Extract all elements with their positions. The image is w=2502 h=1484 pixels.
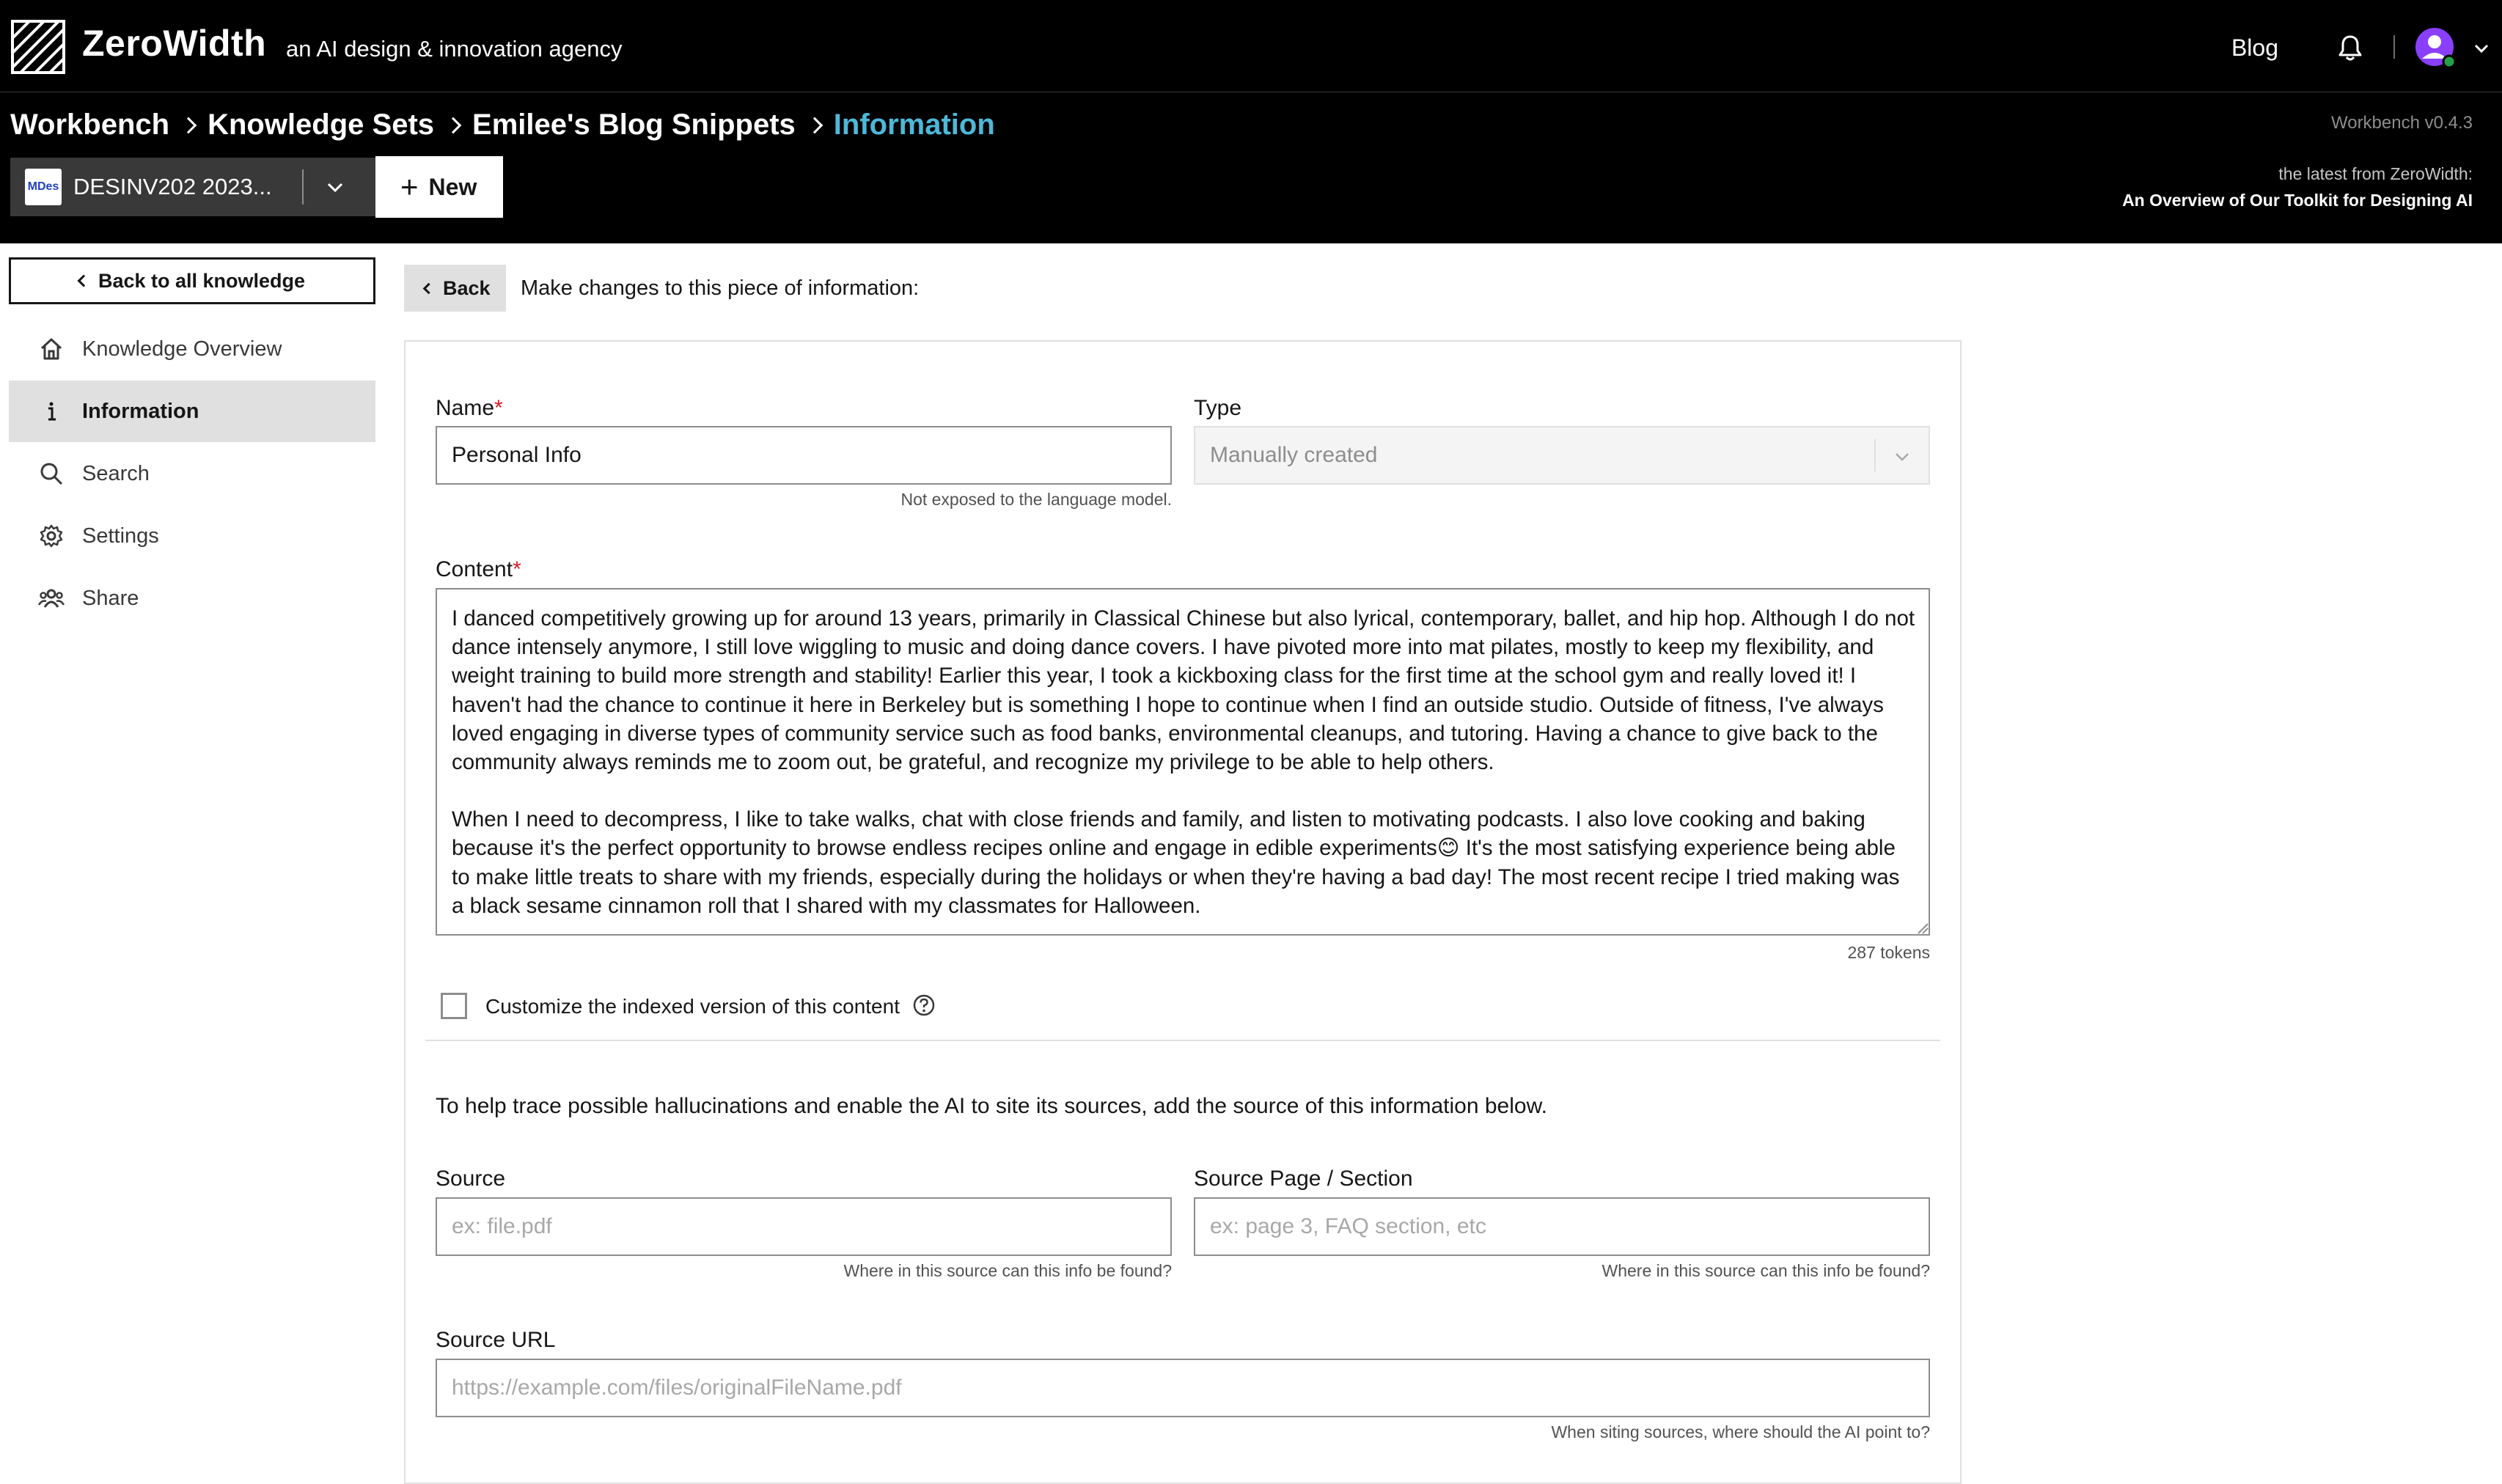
sidebar-item-label: Share xyxy=(82,586,139,610)
customize-index-checkbox[interactable] xyxy=(441,993,467,1019)
bell-icon[interactable] xyxy=(2338,34,2363,62)
sidebar-item-share[interactable]: Share xyxy=(9,567,375,629)
customize-index-label[interactable]: Customize the indexed version of this co… xyxy=(485,995,900,1018)
name-label-text: Name xyxy=(436,396,495,420)
breadcrumb-current: Information xyxy=(833,109,995,141)
source-instructions: To help trace possible hallucinations an… xyxy=(436,1094,1547,1118)
nav-separator xyxy=(2393,35,2395,59)
name-label: Name* xyxy=(436,396,503,421)
page-intro: Make changes to this piece of informatio… xyxy=(521,276,920,300)
content-paragraph: I danced competitively growing up for ar… xyxy=(452,606,1915,775)
user-avatar[interactable] xyxy=(2414,26,2458,70)
type-value: Manually created xyxy=(1210,443,1378,467)
project-divider xyxy=(302,169,304,205)
back-to-all-knowledge-button[interactable]: Back to all knowledge xyxy=(9,257,375,304)
name-input[interactable] xyxy=(436,426,1172,485)
latest-label: the latest from ZeroWidth: xyxy=(2278,164,2473,183)
breadcrumb: Workbench Knowledge Sets Emilee's Blog S… xyxy=(10,109,995,142)
source-helper: Where in this source can this info be fo… xyxy=(843,1261,1172,1280)
new-button-label: New xyxy=(428,173,477,200)
sidebar-item-label: Search xyxy=(82,461,150,485)
sidebar-item-settings[interactable]: Settings xyxy=(9,505,375,567)
people-icon xyxy=(38,589,65,608)
info-icon xyxy=(48,402,56,421)
content-label-text: Content xyxy=(436,557,513,581)
type-label: Type xyxy=(1194,396,1242,420)
chevron-down-icon[interactable] xyxy=(324,176,346,198)
brand-tagline: an AI design & innovation agency xyxy=(286,36,623,62)
chevron-right-icon xyxy=(169,115,208,136)
sidebar-item-information[interactable]: Information xyxy=(9,381,375,442)
back-to-all-label: Back to all knowledge xyxy=(98,269,306,292)
chevron-left-icon xyxy=(77,274,90,287)
source-label: Source xyxy=(436,1167,506,1191)
chevron-down-icon xyxy=(1896,453,1909,461)
resize-handle-icon[interactable] xyxy=(1915,921,1929,934)
plus-icon: + xyxy=(400,169,419,204)
latest-article-link[interactable]: An Overview of Our Toolkit for Designing… xyxy=(2122,191,2473,210)
version-label: Workbench v0.4.3 xyxy=(2331,113,2473,133)
back-button[interactable]: Back xyxy=(404,265,506,312)
source-input[interactable] xyxy=(436,1197,1172,1256)
brand-name[interactable]: ZeroWidth xyxy=(82,22,266,65)
type-select: Manually created xyxy=(1194,426,1930,485)
sidebar-item-label: Knowledge Overview xyxy=(82,337,282,361)
help-icon[interactable] xyxy=(912,993,936,1017)
breadcrumb-knowledge-sets[interactable]: Knowledge Sets xyxy=(208,109,434,142)
chevron-left-icon xyxy=(422,282,435,294)
breadcrumb-workbench[interactable]: Workbench xyxy=(10,109,169,142)
new-button[interactable]: + New xyxy=(375,156,503,218)
sidebar-item-search[interactable]: Search xyxy=(9,443,375,504)
required-marker: * xyxy=(494,396,503,420)
content-textarea[interactable]: I danced competitively growing up for ar… xyxy=(436,588,1930,936)
gear-icon xyxy=(40,524,63,548)
source-page-input[interactable] xyxy=(1194,1197,1930,1256)
required-marker: * xyxy=(513,557,521,581)
token-count: 287 tokens xyxy=(1847,943,1930,962)
blog-link[interactable]: Blog xyxy=(2231,34,2278,62)
chevron-down-icon[interactable] xyxy=(2473,40,2490,57)
project-name: DESINV202 2023... xyxy=(73,174,272,199)
section-divider xyxy=(425,1040,1940,1041)
content-paragraph: When I need to decompress, I like to tak… xyxy=(452,807,1900,918)
source-url-helper: When siting sources, where should the AI… xyxy=(1551,1422,1930,1441)
source-url-label: Source URL xyxy=(436,1328,556,1352)
type-divider xyxy=(1874,439,1876,471)
chevron-right-icon xyxy=(434,115,472,136)
breadcrumb-knowledge-set[interactable]: Emilee's Blog Snippets xyxy=(472,109,796,142)
name-helper: Not exposed to the language model. xyxy=(900,490,1172,509)
home-icon xyxy=(40,338,62,360)
sidebar-item-knowledge-overview[interactable]: Knowledge Overview xyxy=(9,318,375,380)
source-page-label: Source Page / Section xyxy=(1194,1167,1413,1191)
source-page-helper: Where in this source can this info be fo… xyxy=(1602,1261,1930,1280)
zerowidth-logo-icon[interactable] xyxy=(10,19,66,75)
project-thumbnail: MDes xyxy=(25,169,62,205)
project-selector[interactable]: MDes DESINV202 2023... xyxy=(10,158,397,216)
chevron-right-icon xyxy=(796,115,834,136)
content-label: Content* xyxy=(436,557,521,582)
back-button-label: Back xyxy=(443,276,491,299)
sidebar-item-label: Information xyxy=(82,399,199,423)
search-icon xyxy=(40,463,63,485)
source-url-input[interactable] xyxy=(436,1359,1930,1417)
sidebar-item-label: Settings xyxy=(82,524,159,548)
